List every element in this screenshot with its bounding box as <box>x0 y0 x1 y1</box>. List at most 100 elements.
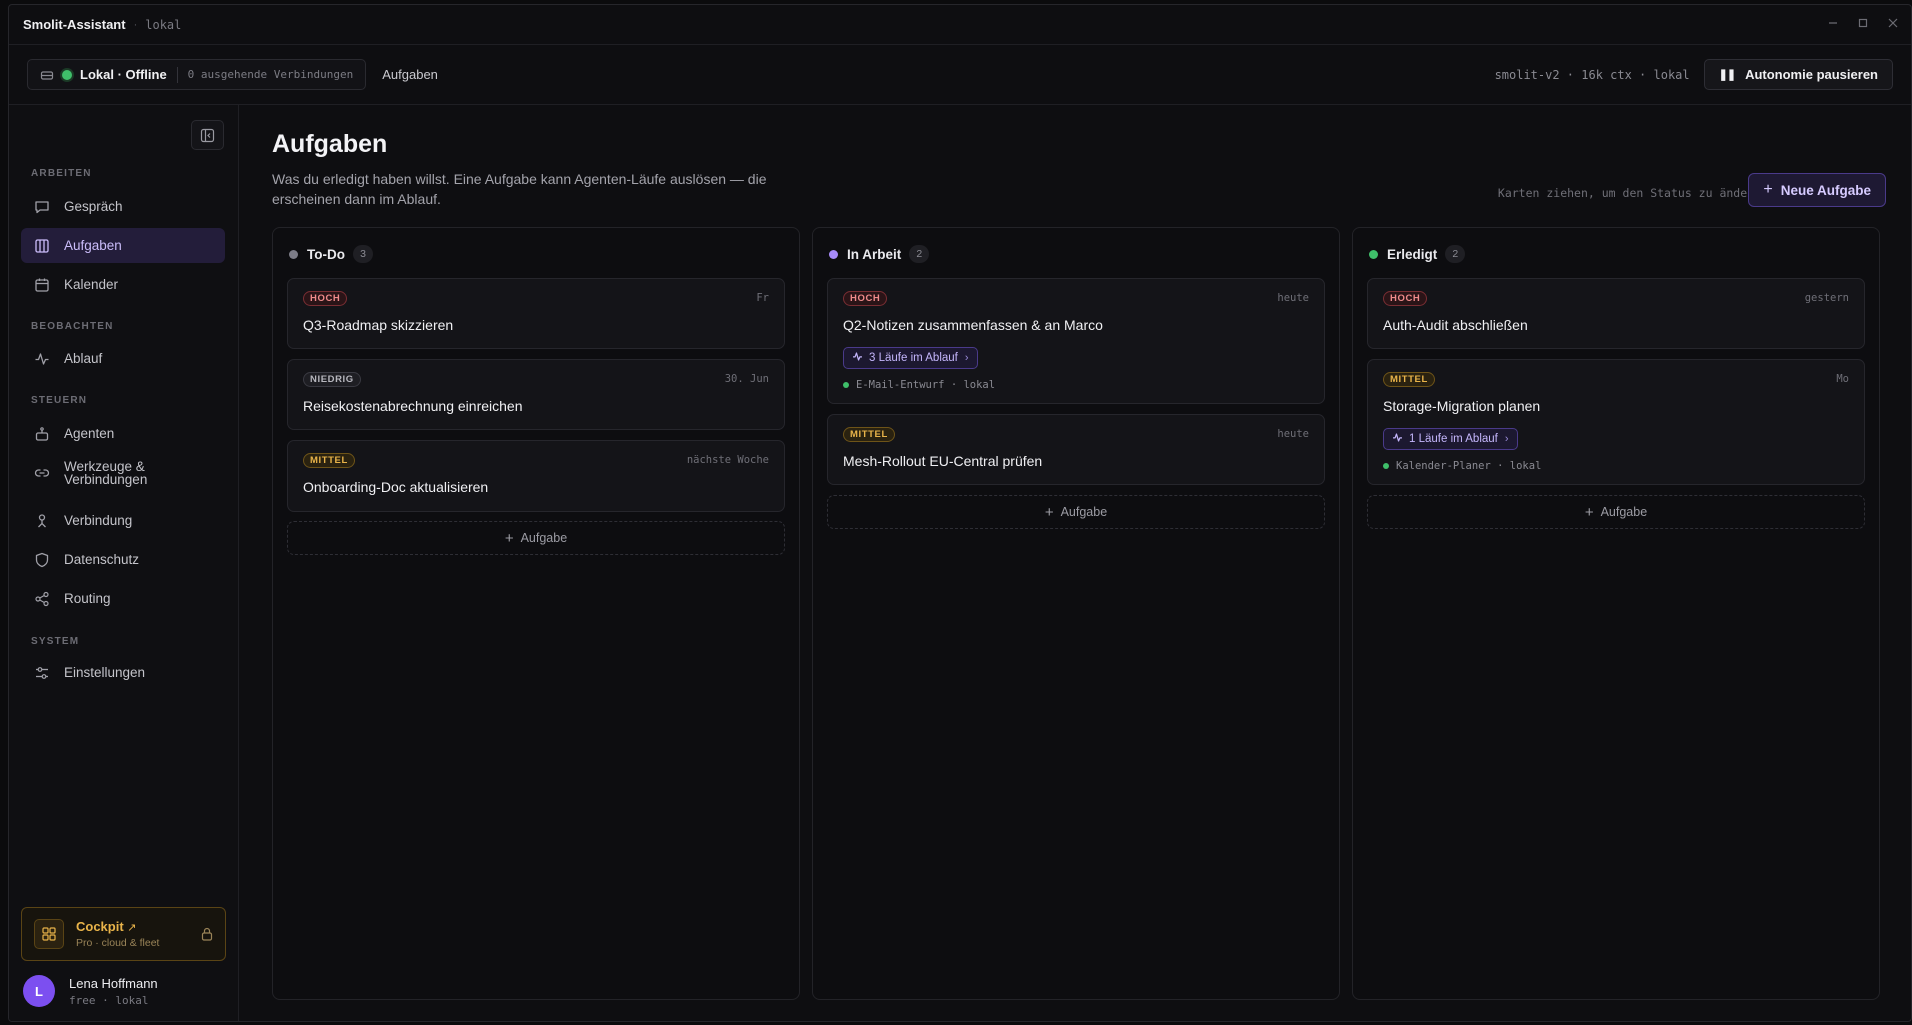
task-card[interactable]: HOCH heute Q2-Notizen zusammenfassen & a… <box>827 278 1325 404</box>
priority-badge: HOCH <box>843 291 888 306</box>
cockpit-title: Cockpit <box>76 919 124 934</box>
sidebar-item-label: Aufgaben <box>64 238 122 253</box>
sidebar-item-label: Kalender <box>64 277 119 292</box>
app-mode: lokal <box>145 17 182 32</box>
runs-link[interactable]: 1 Läufe im Ablauf › <box>1383 428 1518 450</box>
sliders-icon <box>33 664 51 682</box>
task-title: Storage-Migration planen <box>1383 398 1541 414</box>
runs-link[interactable]: 3 Läufe im Ablauf › <box>843 347 978 369</box>
app-title: Smolit-Assistant <box>23 17 126 32</box>
status-dot <box>62 69 72 80</box>
column-header: Erledigt 2 <box>1369 245 1466 263</box>
due-date: nächste Woche <box>686 454 769 466</box>
activity-icon <box>852 351 863 365</box>
due-date: heute <box>1277 428 1309 440</box>
task-title: Auth-Audit abschließen <box>1383 317 1528 333</box>
sidebar-item-agenten[interactable]: Agenten <box>21 416 225 451</box>
shield-icon <box>33 551 51 569</box>
sidebar-item-kalender[interactable]: Kalender <box>21 267 225 302</box>
task-card[interactable]: MITTEL nächste Woche Onboarding-Doc aktu… <box>287 440 785 512</box>
column-in-progress: In Arbeit 2 HOCH heute Q2-Notizen zusamm… <box>812 227 1340 1000</box>
column-status-dot <box>289 249 298 259</box>
minimize-icon[interactable] <box>1827 17 1839 29</box>
agent-info: E-Mail-Entwurf · lokal <box>843 379 995 391</box>
pause-icon: ❚❚ <box>1718 69 1736 81</box>
add-task-button[interactable]: + Aufgabe <box>827 495 1325 529</box>
cockpit-upsell[interactable]: Cockpit ↗ Pro · cloud & fleet <box>21 907 226 961</box>
connection-label: Lokal · Offline <box>80 67 167 82</box>
section-label-system: SYSTEM <box>31 636 80 647</box>
sidebar-item-datenschutz[interactable]: Datenschutz <box>21 542 225 577</box>
agent-status-dot <box>843 382 849 388</box>
sidebar: ARBEITEN Gespräch Aufgaben Kalender BEOB… <box>9 105 239 1021</box>
column-done: Erledigt 2 HOCH gestern Auth-Audit absch… <box>1352 227 1880 1000</box>
due-date: heute <box>1277 292 1309 304</box>
priority-badge: MITTEL <box>303 453 355 468</box>
task-card[interactable]: NIEDRIG 30. Jun Reisekostenabrechnung ei… <box>287 359 785 430</box>
runs-label: 3 Läufe im Ablauf <box>869 352 958 364</box>
cockpit-title-row: Cockpit ↗ <box>76 919 159 934</box>
external-link-icon: ↗ <box>127 922 137 934</box>
sidebar-item-werkzeuge[interactable]: Werkzeuge & Verbindungen <box>21 455 225 490</box>
calendar-icon <box>33 276 51 294</box>
top-header: Lokal · Offline 0 ausgehende Verbindunge… <box>9 45 1911 105</box>
due-date: Mo <box>1836 373 1849 385</box>
agent-status-dot <box>1383 463 1389 469</box>
model-info: smolit-v2 · 16k ctx · lokal <box>1494 67 1690 82</box>
person-icon <box>33 512 51 530</box>
column-header: In Arbeit 2 <box>829 245 930 263</box>
sidebar-item-gespraech[interactable]: Gespräch <box>21 189 225 224</box>
task-title: Q3-Roadmap skizzieren <box>303 317 454 333</box>
title-separator: · <box>133 18 138 31</box>
connection-status[interactable]: Lokal · Offline 0 ausgehende Verbindunge… <box>27 59 367 90</box>
task-card[interactable]: HOCH gestern Auth-Audit abschließen <box>1367 278 1865 349</box>
link-icon <box>33 464 51 482</box>
sidebar-item-label: Einstellungen <box>64 665 146 680</box>
sidebar-item-einstellungen[interactable]: Einstellungen <box>21 655 225 690</box>
new-task-label: Neue Aufgabe <box>1780 182 1871 198</box>
grid-icon <box>34 919 64 949</box>
section-label-steuern: STEUERN <box>31 395 88 406</box>
agent-label: Kalender-Planer · lokal <box>1396 460 1542 472</box>
column-title: To-Do <box>307 246 345 262</box>
task-title: Onboarding-Doc aktualisieren <box>303 479 489 495</box>
column-header: To-Do 3 <box>289 245 373 263</box>
task-card[interactable]: MITTEL Mo Storage-Migration planen 1 Läu… <box>1367 359 1865 485</box>
due-date: Fr <box>756 292 769 304</box>
section-label-beobachten: BEOBACHTEN <box>31 321 114 332</box>
add-task-button[interactable]: + Aufgabe <box>287 521 785 555</box>
priority-badge: MITTEL <box>1383 372 1435 387</box>
title-bar: Smolit-Assistant · lokal <box>9 5 1911 45</box>
chevron-right-icon: › <box>964 352 969 364</box>
sidebar-item-label: Ablauf <box>64 351 103 366</box>
pause-button-label: Autonomie pausieren <box>1745 67 1878 82</box>
close-icon[interactable] <box>1887 17 1899 29</box>
main-content: Aufgaben Was du erledigt haben willst. E… <box>240 105 1911 1021</box>
sidebar-item-aufgaben[interactable]: Aufgaben <box>21 228 225 263</box>
add-task-button[interactable]: + Aufgabe <box>1367 495 1865 529</box>
column-count: 2 <box>1445 245 1466 263</box>
priority-badge: HOCH <box>303 291 348 306</box>
sidebar-item-verbindung[interactable]: Verbindung <box>21 503 225 538</box>
priority-badge: MITTEL <box>843 427 895 442</box>
new-task-button[interactable]: + Neue Aufgabe <box>1748 173 1886 207</box>
maximize-icon[interactable] <box>1857 17 1869 29</box>
sidebar-item-ablauf[interactable]: Ablauf <box>21 341 225 376</box>
header-right: smolit-v2 · 16k ctx · lokal ❚❚ Autonomie… <box>1495 59 1893 90</box>
chevron-right-icon: › <box>1504 433 1509 445</box>
sidebar-collapse-button[interactable] <box>191 120 224 150</box>
agent-label: E-Mail-Entwurf · lokal <box>856 379 996 391</box>
sidebar-item-routing[interactable]: Routing <box>21 581 225 616</box>
task-card[interactable]: MITTEL heute Mesh-Rollout EU-Central prü… <box>827 414 1325 485</box>
runs-label: 1 Läufe im Ablauf <box>1409 433 1498 445</box>
user-info: Lena Hoffmann free · lokal <box>69 976 158 1007</box>
column-count: 3 <box>352 245 373 263</box>
divider <box>176 66 178 83</box>
page-description: Was du erledigt haben willst. Eine Aufga… <box>272 171 767 207</box>
connection-detail: 0 ausgehende Verbindungen <box>187 68 354 81</box>
user-profile[interactable]: L Lena Hoffmann free · lokal <box>23 975 158 1007</box>
priority-badge: HOCH <box>1383 291 1428 306</box>
pause-autonomy-button[interactable]: ❚❚ Autonomie pausieren <box>1703 59 1893 90</box>
cockpit-subtitle: Pro · cloud & fleet <box>76 937 160 949</box>
task-card[interactable]: HOCH Fr Q3-Roadmap skizzieren <box>287 278 785 349</box>
